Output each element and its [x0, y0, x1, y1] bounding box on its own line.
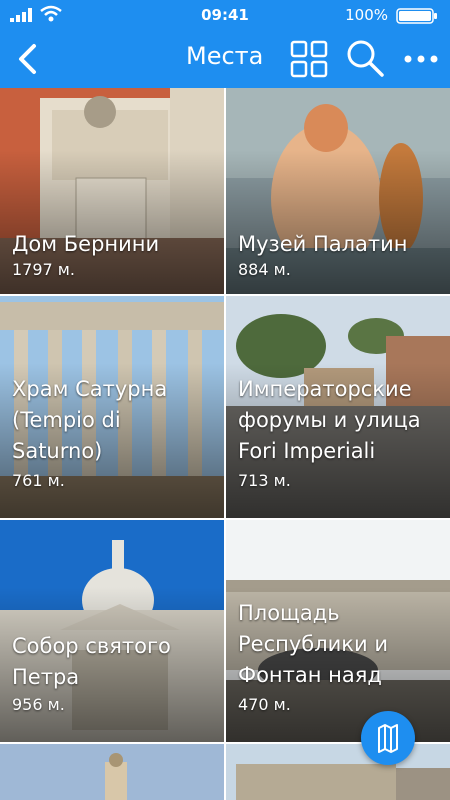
more-button[interactable] — [400, 44, 442, 74]
place-distance: 884 м. — [238, 260, 291, 279]
battery-percentage: 100% — [345, 6, 388, 24]
place-name: Собор святого Петра — [12, 634, 171, 689]
place-distance: 713 м. — [238, 471, 291, 490]
place-distance: 761 м. — [12, 471, 65, 490]
chevron-left-icon — [19, 44, 36, 74]
place-tile-republic-square[interactable]: Площадь Республики и Фонтан наяд 470 м. — [226, 520, 450, 742]
place-tile-palatine-museum[interactable]: Музей Палатин 884 м. — [226, 88, 450, 294]
place-distance: 956 м. — [12, 695, 65, 714]
place-distance: 1797 м. — [12, 260, 75, 279]
place-tile-temple-of-saturn[interactable]: Храм Сатурна (Tempio di Saturno) 761 м. — [0, 296, 224, 518]
page-title: Места — [186, 42, 264, 70]
place-tile-partial-left[interactable] — [0, 744, 224, 800]
grid-view-button[interactable] — [289, 39, 329, 79]
grid-view-icon — [290, 40, 328, 78]
place-photo — [226, 744, 450, 800]
back-button[interactable] — [12, 42, 46, 76]
more-dots-icon — [404, 55, 438, 63]
search-icon — [347, 40, 384, 77]
place-name: Площадь Республики и Фонтан наяд — [238, 601, 388, 687]
places-grid: Дом Бернини 1797 м. Музей Палатин 884 м. — [0, 88, 450, 800]
nav-bar: Места — [0, 30, 450, 88]
place-tile-imperial-forums[interactable]: Императорские форумы и улица Fori Imperi… — [226, 296, 450, 518]
status-bar: 09:41 100% — [0, 0, 450, 30]
place-name: Музей Палатин — [238, 232, 408, 256]
place-tile-bernini-house[interactable]: Дом Бернини 1797 м. — [0, 88, 224, 294]
battery-icon — [396, 8, 437, 24]
place-photo — [0, 744, 224, 800]
place-name: Храм Сатурна (Tempio di Saturno) — [12, 377, 168, 463]
place-distance: 470 м. — [238, 695, 291, 714]
map-icon — [378, 724, 398, 753]
place-name: Императорские форумы и улица Fori Imperi… — [238, 377, 421, 463]
map-button[interactable] — [361, 711, 415, 765]
place-name: Дом Бернини — [12, 232, 160, 256]
place-tile-st-peters-basilica[interactable]: Собор святого Петра 956 м. — [0, 520, 224, 742]
search-button[interactable] — [345, 38, 385, 78]
place-tile-partial-right[interactable] — [226, 744, 450, 800]
